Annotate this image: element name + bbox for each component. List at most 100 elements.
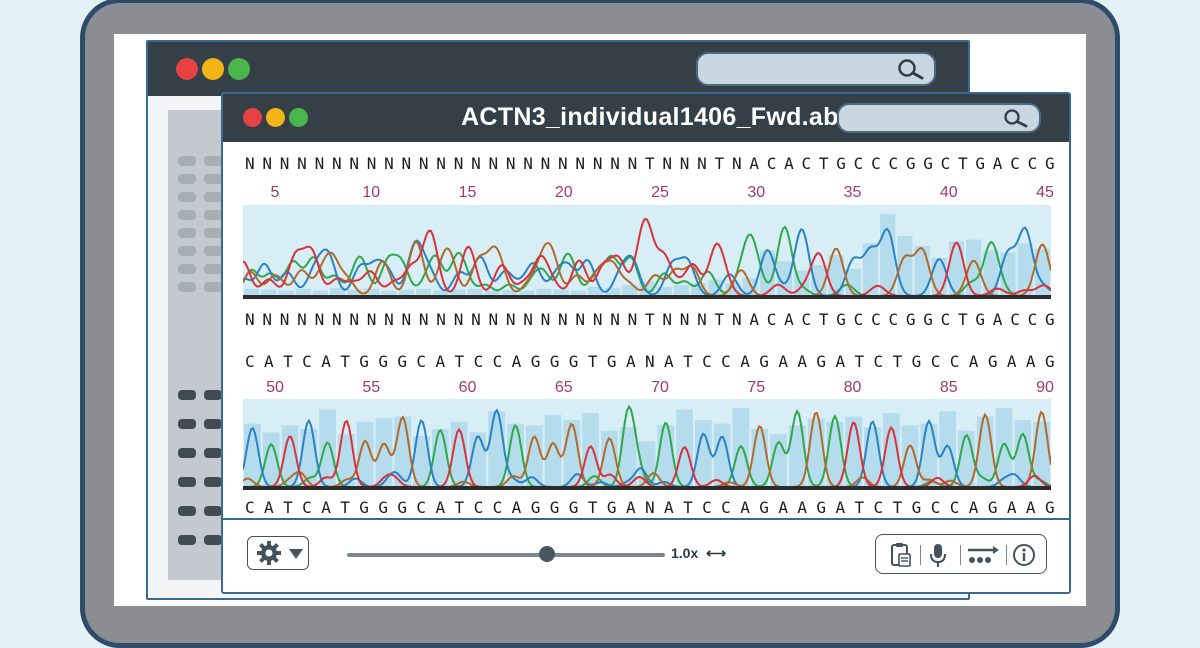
sidebar-placeholder-pill — [204, 174, 222, 184]
track-2-bottom-base: G — [549, 498, 560, 517]
track-2-bottom-base: A — [664, 498, 674, 517]
track-1-bottom-base: G — [905, 310, 916, 329]
track-2-top-base: G — [1044, 352, 1055, 371]
track-2-top-base: C — [416, 352, 427, 371]
track-1-bottom-base: N — [610, 310, 620, 329]
track-1-top-base: C — [1010, 154, 1020, 173]
track-2-top-base: G — [759, 352, 769, 371]
alignment-icon[interactable] — [966, 541, 1000, 569]
double-arrow-icon: ⟷ — [706, 545, 727, 561]
track-2-bottom-base: T — [683, 498, 693, 517]
settings-dropdown-button[interactable] — [247, 536, 309, 570]
track-2-top-base: T — [683, 352, 693, 371]
track-2-bottom-base: C — [492, 498, 503, 517]
track-2-top-base: A — [797, 352, 807, 371]
position-label: 75 — [747, 379, 766, 396]
microphone-icon[interactable] — [924, 541, 952, 569]
chromatogram-window: ACTN3_individual1406_Fwd.ab1 NNNNNNNNNNN… — [221, 92, 1071, 594]
track-2-top-base: T — [340, 352, 350, 371]
track-1-bottom-base: N — [436, 310, 446, 329]
track-2-bottom-base: T — [340, 498, 350, 517]
sidebar-placeholder-pill — [204, 192, 222, 202]
sidebar-placeholder-pill — [178, 264, 196, 274]
track-1-bottom-base: N — [297, 310, 307, 329]
track-1-bottom-base: G — [836, 310, 846, 329]
position-label: 65 — [554, 379, 573, 396]
position-label: 70 — [651, 379, 669, 396]
search-field[interactable] — [837, 103, 1041, 133]
sidebar-placeholder-pill — [178, 156, 196, 166]
position-label: 25 — [651, 184, 669, 201]
track-2-bottom-base: A — [797, 498, 807, 517]
sidebar-placeholder-pill — [178, 390, 196, 400]
info-icon[interactable] — [1010, 541, 1038, 569]
track-2-bottom-base: C — [873, 498, 884, 517]
position-label: 80 — [843, 379, 862, 396]
track-2-bottom-base: A — [321, 498, 331, 517]
track-1-bottom-base: N — [401, 310, 412, 329]
track-1-top-base: N — [349, 154, 359, 173]
tools-group — [875, 534, 1047, 574]
track-2-top-base: G — [359, 352, 369, 371]
track-1-top-base: A — [784, 154, 794, 173]
zoom-level: 1.0x ⟷ — [671, 545, 726, 562]
track-2-bottom-base: G — [911, 498, 922, 517]
track-1-bottom-base: N — [662, 310, 673, 329]
track-2-bottom-base: A — [511, 498, 522, 517]
track-2-top-base: G — [987, 352, 998, 371]
called-bases-bottom-1: NNNNNNNNNNNNNNNNNNNNNNNTNNNTNACACTGCCCGG… — [245, 310, 1055, 329]
track-1-top-base: C — [888, 154, 899, 173]
track-2-bottom-base: T — [283, 498, 293, 517]
track-1-bottom-base: C — [766, 310, 777, 329]
track-2-top-base: G — [549, 352, 560, 371]
track-1-bottom-base: G — [975, 310, 986, 329]
track-2-bottom-base: N — [644, 498, 655, 517]
sidebar-placeholder-pill — [178, 174, 196, 184]
track-2-top-base: G — [911, 352, 922, 371]
track-1-bottom-base: N — [262, 310, 273, 329]
position-label: 85 — [939, 379, 958, 396]
search-icon — [1004, 109, 1028, 128]
track-1-top-base: N — [627, 154, 638, 173]
track-1-bottom-base: A — [749, 310, 759, 329]
track-2-bottom-base: C — [473, 498, 484, 517]
track-1-top-base: C — [1027, 154, 1038, 173]
sidebar-placeholder-pill — [204, 506, 222, 516]
track-2-bottom-base: A — [968, 498, 979, 517]
track-2-top-base: A — [321, 352, 331, 371]
track-2-bottom-base: T — [454, 498, 465, 517]
search-icon — [898, 59, 924, 80]
position-label: 35 — [843, 184, 862, 201]
track-2-top-base: C — [873, 352, 884, 371]
track-1-top-base: T — [644, 154, 655, 173]
quality-bar — [751, 428, 769, 487]
track-2-bottom-base: T — [854, 498, 865, 517]
minimize-dot[interactable] — [202, 58, 224, 80]
track-2-top-base: T — [283, 352, 293, 371]
track-2-top-base: C — [473, 352, 484, 371]
track-2-top-base: A — [664, 352, 674, 371]
zoom-slider-track[interactable] — [347, 553, 665, 557]
track-2-top-base: A — [778, 352, 788, 371]
quality-bar — [1017, 243, 1033, 296]
track-2-top-base: G — [530, 352, 541, 371]
clipboard-icon[interactable] — [886, 541, 914, 569]
trace-2-baseline — [243, 486, 1051, 490]
track-2-bottom-base: G — [530, 498, 541, 517]
zoom-slider-handle[interactable] — [539, 546, 555, 562]
position-label: 20 — [554, 184, 573, 201]
maximize-dot[interactable] — [228, 58, 250, 80]
track-1-bottom-base: T — [818, 310, 829, 329]
quality-bar — [488, 411, 506, 487]
track-1-bottom-base: G — [1044, 310, 1055, 329]
sidebar-placeholder-pill — [204, 535, 222, 545]
track-2-top-base: A — [435, 352, 446, 371]
track-2-bottom-base: G — [378, 498, 388, 517]
background-search-field[interactable] — [696, 52, 936, 86]
track-1-top-base: N — [262, 154, 273, 173]
track-1-bottom-base: C — [1027, 310, 1038, 329]
track-2-bottom-base: G — [816, 498, 827, 517]
sidebar-placeholder-pill — [178, 192, 196, 202]
track-1-top-base: G — [836, 154, 846, 173]
close-dot[interactable] — [176, 58, 198, 80]
